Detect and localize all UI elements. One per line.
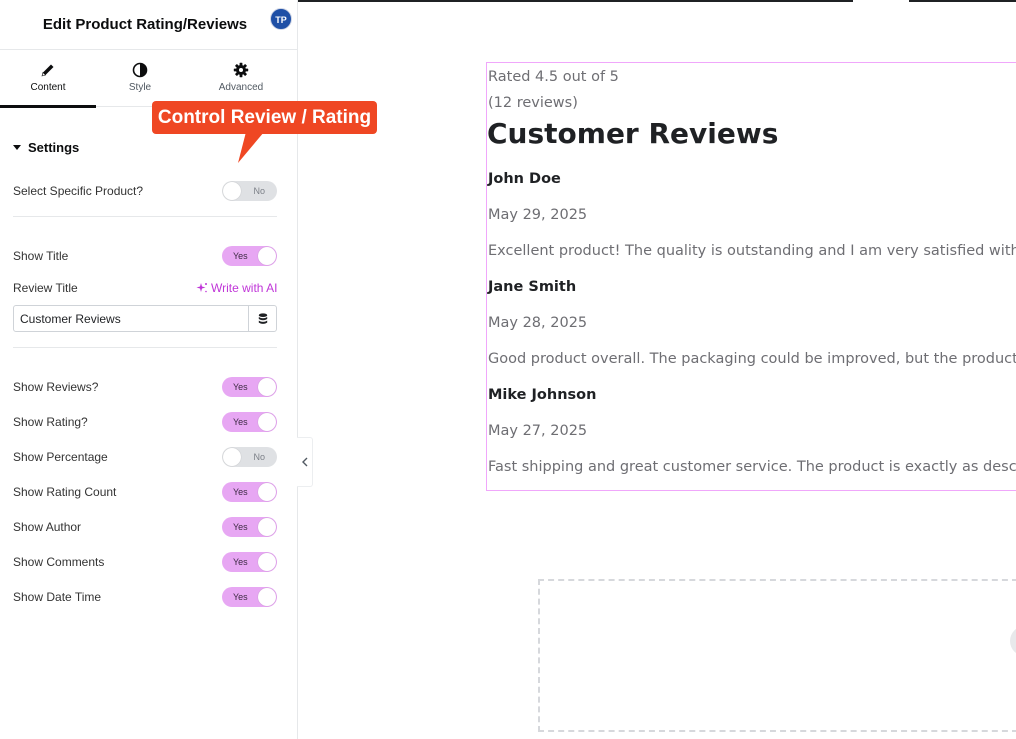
toggle-state-label: No — [253, 452, 265, 462]
select-specific-product-label: Select Specific Product? — [13, 184, 144, 198]
toggle-state-label: No — [253, 186, 265, 196]
pencil-icon — [41, 64, 54, 77]
tab-style[interactable]: Style — [92, 50, 188, 107]
show-rating-count-toggle[interactable]: Yes — [222, 482, 277, 502]
show-author-label: Show Author — [13, 520, 82, 534]
show-author-toggle[interactable]: Yes — [222, 517, 277, 537]
show-comments-toggle[interactable]: Yes — [222, 552, 277, 572]
gear-icon — [233, 62, 249, 78]
caret-down-icon — [13, 145, 21, 150]
toggle-knob — [258, 247, 276, 265]
empty-drop-area[interactable] — [538, 579, 1016, 732]
review-comment: Excellent product! The quality is outsta… — [488, 243, 1016, 259]
chevron-left-icon — [301, 457, 307, 467]
panel-title: Edit Product Rating/Reviews — [42, 16, 248, 33]
toggle-knob — [258, 483, 276, 501]
section-divider — [13, 216, 277, 217]
sparkle-icon — [196, 283, 207, 293]
select-specific-product-toggle[interactable]: No — [222, 181, 277, 201]
collapse-panel-button[interactable] — [297, 437, 313, 487]
review-count: (12 reviews) — [488, 95, 578, 111]
callout-pointer — [238, 132, 264, 163]
review-date: May 28, 2025 — [488, 315, 588, 331]
rating-summary: Rated 4.5 out of 5 — [488, 69, 619, 85]
review-author: Mike Johnson — [488, 387, 597, 403]
show-comments-label: Show Comments — [13, 555, 105, 569]
toggle-knob — [258, 553, 276, 571]
toggle-state-label: Yes — [233, 251, 248, 261]
toggle-state-label: Yes — [233, 592, 248, 602]
database-icon — [258, 312, 267, 324]
tab-content-label: Content — [30, 82, 66, 93]
toggle-knob — [258, 518, 276, 536]
toggle-state-label: Yes — [233, 382, 248, 392]
toggle-state-label: Yes — [233, 522, 248, 532]
toggle-state-label: Yes — [233, 557, 248, 567]
section-divider — [13, 347, 277, 348]
tab-advanced-label: Advanced — [218, 82, 264, 93]
product-reviews-widget[interactable]: Rated 4.5 out of 5 (12 reviews) Customer… — [486, 62, 1016, 491]
toggle-knob — [223, 182, 241, 200]
show-reviews-toggle[interactable]: Yes — [222, 377, 277, 397]
reviews-title: Customer Reviews — [487, 117, 779, 150]
show-title-toggle[interactable]: Yes — [222, 246, 277, 266]
toggle-state-label: Yes — [233, 417, 248, 427]
section-title: Settings — [28, 140, 80, 155]
show-rating-count-label: Show Rating Count — [13, 485, 117, 499]
panel-tabs: Content Style Advanced — [0, 50, 297, 108]
review-comment: Good product overall. The packaging coul… — [488, 351, 1016, 367]
show-reviews-label: Show Reviews? — [13, 380, 99, 394]
review-title-label: Review Title — [13, 281, 78, 295]
show-date-time-toggle[interactable]: Yes — [222, 587, 277, 607]
tab-style-label: Style — [128, 82, 152, 93]
show-percentage-toggle[interactable]: No — [222, 447, 277, 467]
toggle-knob — [223, 448, 241, 466]
canvas-top-strip-gap — [853, 0, 909, 2]
show-date-time-label: Show Date Time — [13, 590, 102, 604]
dynamic-tags-button[interactable] — [248, 306, 276, 331]
avatar[interactable]: TP — [270, 8, 292, 30]
toggle-state-label: Yes — [233, 487, 248, 497]
callout-annotation: Control Review / Rating — [152, 101, 377, 134]
review-title-field[interactable] — [13, 305, 277, 332]
settings-section-toggle[interactable]: Settings — [13, 140, 79, 155]
toggle-knob — [258, 378, 276, 396]
tab-content[interactable]: Content — [0, 50, 96, 108]
show-title-label: Show Title — [13, 249, 69, 263]
review-author: Jane Smith — [488, 279, 577, 295]
write-with-ai-button[interactable]: Write with AI — [196, 281, 277, 295]
half-circle-icon — [132, 62, 148, 78]
show-percentage-label: Show Percentage — [13, 450, 108, 464]
panel-header: Edit Product Rating/Reviews TP — [0, 0, 297, 50]
review-date: May 29, 2025 — [488, 207, 588, 223]
tab-advanced[interactable]: Advanced — [193, 50, 289, 107]
toggle-knob — [258, 588, 276, 606]
write-with-ai-label: Write with AI — [211, 281, 278, 295]
show-rating-label: Show Rating? — [13, 415, 88, 429]
show-rating-toggle[interactable]: Yes — [222, 412, 277, 432]
toggle-knob — [258, 413, 276, 431]
review-author: John Doe — [488, 171, 561, 187]
review-title-input[interactable] — [14, 306, 250, 331]
review-comment: Fast shipping and great customer service… — [488, 459, 1016, 475]
review-date: May 27, 2025 — [488, 423, 588, 439]
